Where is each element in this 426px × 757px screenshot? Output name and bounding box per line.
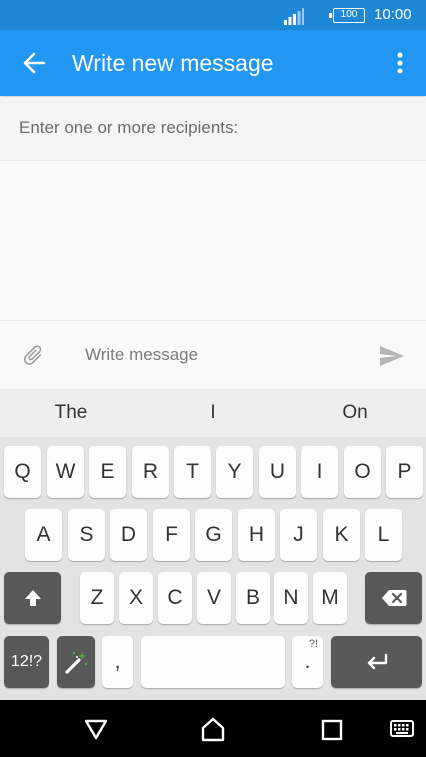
shift-icon (24, 590, 41, 606)
back-arrow-icon[interactable] (20, 49, 48, 77)
key-d[interactable]: D (110, 509, 147, 561)
key-a[interactable]: A (25, 509, 62, 561)
space-key[interactable] (141, 636, 285, 688)
key-q[interactable]: Q (4, 446, 41, 498)
key-l[interactable]: L (365, 509, 402, 561)
magic-wand-key[interactable] (57, 636, 95, 688)
period-key[interactable]: ?! . (292, 636, 323, 688)
clock: 10:00 (374, 6, 412, 23)
keyboard-icon[interactable] (389, 715, 415, 743)
app-bar: Write new message (0, 30, 426, 96)
page-title: Write new message (72, 50, 274, 76)
enter-key[interactable] (331, 636, 422, 688)
period-label: . (304, 650, 311, 673)
suggestion-2[interactable]: I (142, 389, 284, 437)
key-t[interactable]: T (174, 446, 211, 498)
signal-icon (284, 8, 304, 25)
status-bar: 100 10:00 (0, 0, 426, 30)
key-o[interactable]: O (344, 446, 381, 498)
key-g[interactable]: G (195, 509, 232, 561)
suggestion-1[interactable]: The (0, 389, 142, 437)
compose-bar (0, 322, 426, 388)
key-w[interactable]: W (47, 446, 84, 498)
send-icon[interactable] (379, 344, 405, 368)
symbols-key[interactable]: 12!? (4, 636, 49, 688)
more-vert-icon[interactable] (388, 49, 412, 77)
backspace-key[interactable] (365, 572, 422, 624)
suggestion-strip: The I On (0, 389, 426, 437)
key-b[interactable]: B (236, 572, 270, 624)
key-e[interactable]: E (89, 446, 126, 498)
shift-key[interactable] (4, 572, 61, 624)
backspace-icon (381, 590, 406, 606)
battery-level: 100 (340, 9, 358, 20)
key-m[interactable]: M (313, 572, 347, 624)
key-u[interactable]: U (259, 446, 296, 498)
message-area (0, 162, 426, 321)
magic-wand-icon (65, 651, 88, 674)
key-k[interactable]: K (323, 509, 360, 561)
battery-icon: 100 (329, 8, 365, 23)
navigation-bar (0, 700, 426, 757)
key-p[interactable]: P (386, 446, 423, 498)
key-z[interactable]: Z (80, 572, 114, 624)
period-hint: ?! (308, 638, 318, 650)
key-y[interactable]: Y (216, 446, 253, 498)
key-i[interactable]: I (301, 446, 338, 498)
recents-icon[interactable] (318, 715, 346, 743)
key-f[interactable]: F (153, 509, 190, 561)
on-screen-keyboard: Q W E R T Y U I O P A S D F G H J K L Z … (0, 437, 426, 700)
key-r[interactable]: R (132, 446, 169, 498)
key-c[interactable]: C (158, 572, 192, 624)
key-s[interactable]: S (68, 509, 105, 561)
enter-icon (367, 653, 387, 670)
suggestion-3[interactable]: On (284, 389, 426, 437)
key-n[interactable]: N (274, 572, 308, 624)
back-triangle-icon[interactable] (82, 715, 110, 743)
recipients-input[interactable] (19, 115, 409, 141)
key-j[interactable]: J (280, 509, 317, 561)
comma-key[interactable]: , (102, 636, 133, 688)
key-v[interactable]: V (197, 572, 231, 624)
recipients-field-container (0, 97, 426, 161)
attachment-icon[interactable] (21, 343, 45, 367)
home-icon[interactable] (199, 715, 227, 743)
key-x[interactable]: X (119, 572, 153, 624)
key-h[interactable]: H (238, 509, 275, 561)
message-input[interactable] (85, 342, 365, 368)
